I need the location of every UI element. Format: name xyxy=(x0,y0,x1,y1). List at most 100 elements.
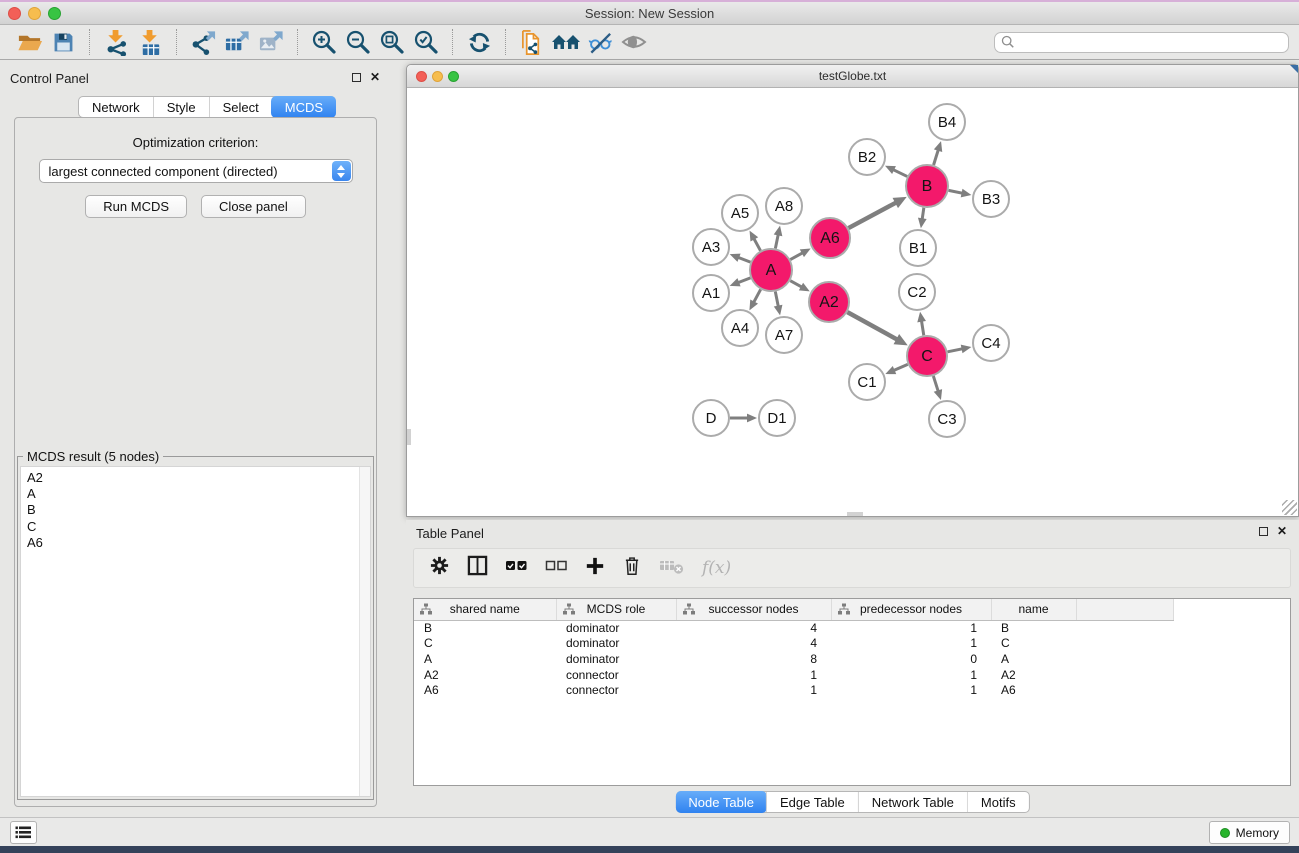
cell-shared-name[interactable]: C xyxy=(414,636,556,652)
graph-node-C3[interactable]: C3 xyxy=(929,401,965,437)
graph-edge-B-B4[interactable] xyxy=(934,141,943,165)
zoom-fit-button[interactable] xyxy=(375,27,409,57)
run-mcds-button[interactable]: Run MCDS xyxy=(85,195,187,218)
save-session-button[interactable] xyxy=(46,27,80,57)
graph-node-C1[interactable]: C1 xyxy=(849,364,885,400)
graph-node-A3[interactable]: A3 xyxy=(693,229,729,265)
cell-name[interactable]: A xyxy=(991,651,1076,667)
zoom-selected-button[interactable] xyxy=(409,27,443,57)
close-panel-icon[interactable]: ✕ xyxy=(1277,526,1287,536)
graph-node-A2[interactable]: A2 xyxy=(809,282,849,322)
cell-predecessor-nodes[interactable]: 1 xyxy=(831,636,991,652)
task-history-button[interactable] xyxy=(10,821,37,844)
delete-table-button[interactable] xyxy=(659,557,685,580)
grow-corner-icon[interactable] xyxy=(1290,65,1298,73)
delete-column-button[interactable] xyxy=(622,555,642,581)
result-item[interactable]: A2 xyxy=(27,470,370,486)
memory-button[interactable]: Memory xyxy=(1209,821,1290,844)
graph-node-B3[interactable]: B3 xyxy=(973,181,1009,217)
tab-mcds[interactable]: MCDS xyxy=(271,96,336,118)
graph-node-A[interactable]: A xyxy=(750,249,792,291)
network-window-titlebar[interactable]: testGlobe.txt xyxy=(407,65,1298,88)
graph-edge-B-B2[interactable] xyxy=(885,166,907,177)
tab-style[interactable]: Style xyxy=(153,97,209,117)
zoom-window-button[interactable] xyxy=(48,7,61,20)
graph-node-B4[interactable]: B4 xyxy=(929,104,965,140)
tab-network-table[interactable]: Network Table xyxy=(858,792,967,812)
graph-edge-A-A4[interactable] xyxy=(749,289,760,310)
cell-MCDS-role[interactable]: dominator xyxy=(556,620,676,636)
column-header-predecessor-nodes[interactable]: predecessor nodes xyxy=(831,599,991,620)
network-graph[interactable]: AA6A2BCA1A3A4A5A7A8B1B2B3B4C1C2C3C4DD1 xyxy=(407,88,1298,516)
zoom-in-button[interactable] xyxy=(307,27,341,57)
graph-edge-A-A3[interactable] xyxy=(730,254,751,262)
function-builder-button[interactable]: f(x) xyxy=(702,558,731,578)
graph-edge-A-A1[interactable] xyxy=(730,278,751,286)
column-header-name[interactable]: name xyxy=(991,599,1076,620)
graph-edge-A2-C[interactable] xyxy=(847,312,907,345)
show-hide-eye-button[interactable] xyxy=(617,27,651,57)
refresh-view-button[interactable] xyxy=(462,27,496,57)
result-item[interactable]: B xyxy=(27,502,370,518)
graph-edge-A-A7[interactable] xyxy=(774,292,783,316)
deselect-all-button[interactable] xyxy=(545,557,568,579)
graph-node-B2[interactable]: B2 xyxy=(849,139,885,175)
cell-successor-nodes[interactable]: 4 xyxy=(676,636,831,652)
tab-select[interactable]: Select xyxy=(209,97,272,117)
create-column-button[interactable] xyxy=(585,556,605,581)
minimize-window-button[interactable] xyxy=(28,7,41,20)
graph-node-A4[interactable]: A4 xyxy=(722,310,758,346)
cell-shared-name[interactable]: A2 xyxy=(414,667,556,683)
close-panel-icon[interactable]: ✕ xyxy=(370,72,380,82)
cell-name[interactable]: B xyxy=(991,620,1076,636)
export-network-button[interactable] xyxy=(186,27,220,57)
graph-edge-D-D1[interactable] xyxy=(730,414,757,423)
result-item[interactable]: A xyxy=(27,486,370,502)
column-header-shared-name[interactable]: shared name xyxy=(414,599,556,620)
horizontal-scroll-hint[interactable] xyxy=(847,512,863,516)
cell-shared-name[interactable]: B xyxy=(414,620,556,636)
graph-node-A7[interactable]: A7 xyxy=(766,317,802,353)
graph-edge-B-B3[interactable] xyxy=(949,189,972,198)
graph-edge-C-C3[interactable] xyxy=(933,376,942,400)
graph-edge-A6-B[interactable] xyxy=(849,197,907,228)
cell-successor-nodes[interactable]: 1 xyxy=(676,667,831,683)
cell-shared-name[interactable]: A6 xyxy=(414,682,556,698)
result-item[interactable]: A6 xyxy=(27,535,370,551)
graph-edge-C-C1[interactable] xyxy=(885,364,907,374)
zoom-window-button[interactable] xyxy=(448,71,459,82)
graph-node-B1[interactable]: B1 xyxy=(900,230,936,266)
float-panel-icon[interactable] xyxy=(352,73,361,82)
cell-shared-name[interactable]: A xyxy=(414,651,556,667)
graph-edge-C-C2[interactable] xyxy=(917,312,926,335)
cell-MCDS-role[interactable]: dominator xyxy=(556,636,676,652)
cell-successor-nodes[interactable]: 1 xyxy=(676,682,831,698)
graph-node-A1[interactable]: A1 xyxy=(693,275,729,311)
cell-predecessor-nodes[interactable]: 1 xyxy=(831,667,991,683)
graph-edge-B-B1[interactable] xyxy=(918,208,927,228)
network-canvas[interactable]: AA6A2BCA1A3A4A5A7A8B1B2B3B4C1C2C3C4DD1 xyxy=(407,88,1298,516)
float-panel-icon[interactable] xyxy=(1259,527,1268,536)
column-header-successor-nodes[interactable]: successor nodes xyxy=(676,599,831,620)
graph-node-B[interactable]: B xyxy=(906,165,948,207)
cell-MCDS-role[interactable]: dominator xyxy=(556,651,676,667)
graph-node-C[interactable]: C xyxy=(907,336,947,376)
cell-successor-nodes[interactable]: 8 xyxy=(676,651,831,667)
graph-node-C2[interactable]: C2 xyxy=(899,274,935,310)
result-scrollbar[interactable] xyxy=(359,467,370,796)
graph-edge-C-C4[interactable] xyxy=(948,345,972,354)
close-window-button[interactable] xyxy=(416,71,427,82)
zoom-out-button[interactable] xyxy=(341,27,375,57)
cell-name[interactable]: A2 xyxy=(991,667,1076,683)
cell-successor-nodes[interactable]: 4 xyxy=(676,620,831,636)
table-row[interactable]: A2connector11A2 xyxy=(414,667,1173,683)
table-row[interactable]: Cdominator41C xyxy=(414,636,1173,652)
close-panel-button[interactable]: Close panel xyxy=(201,195,306,218)
graph-node-A8[interactable]: A8 xyxy=(766,188,802,224)
cell-predecessor-nodes[interactable]: 1 xyxy=(831,620,991,636)
graph-edge-A-A8[interactable] xyxy=(774,226,783,249)
tab-node-table[interactable]: Node Table xyxy=(675,791,767,813)
graph-edge-A-A6[interactable] xyxy=(790,248,810,259)
cell-predecessor-nodes[interactable]: 0 xyxy=(831,651,991,667)
tab-network[interactable]: Network xyxy=(79,97,153,117)
